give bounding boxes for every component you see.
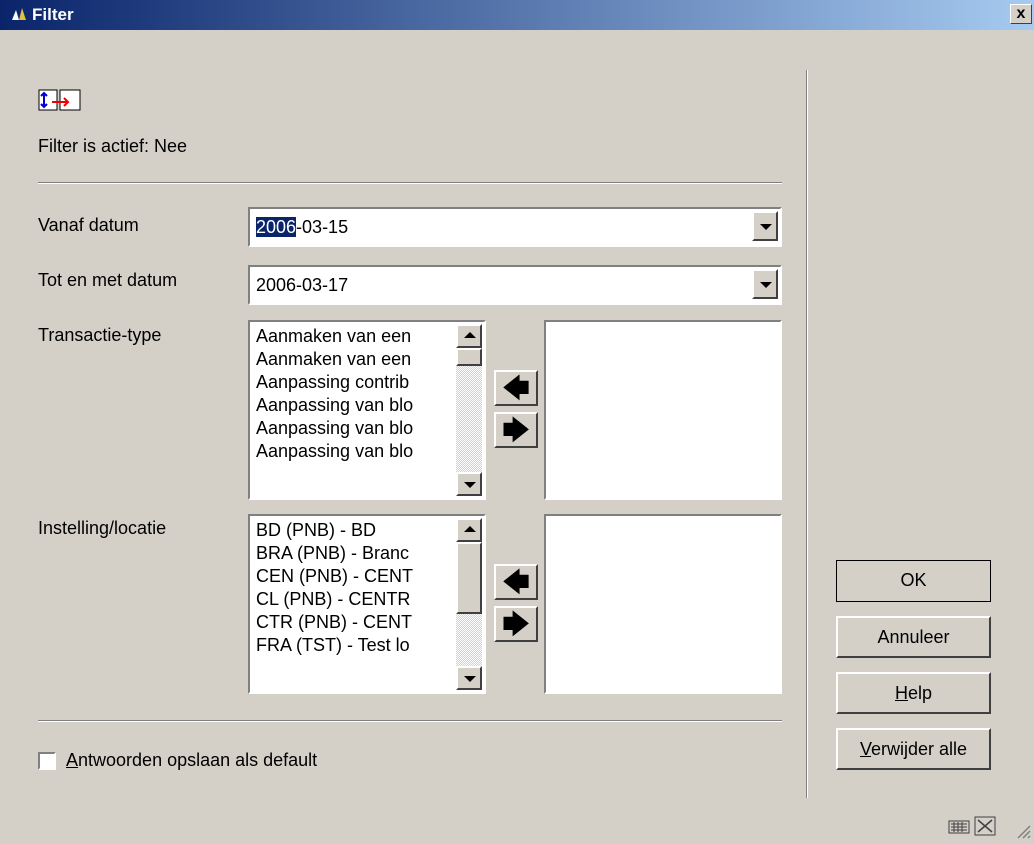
divider-bottom: [38, 720, 782, 722]
add-type-button[interactable]: 🡆: [494, 412, 538, 448]
list-item[interactable]: Aanmaken van een: [256, 348, 454, 370]
from-date-value[interactable]: 2006-03-15: [256, 217, 348, 238]
transaction-type-available-list[interactable]: Aanmaken van een Aanmaken van een Aanpas…: [248, 320, 486, 500]
scrollbar[interactable]: [456, 518, 482, 690]
from-date-label: Vanaf datum: [38, 215, 139, 235]
title-bar: Filter x: [0, 0, 1034, 30]
list-item[interactable]: BD (PNB) - BD: [256, 519, 454, 541]
chevron-down-icon: [464, 676, 476, 682]
filter-status: Filter is actief: Nee: [38, 136, 188, 156]
location-selected-list[interactable]: [544, 514, 782, 694]
chevron-down-icon: [760, 224, 772, 230]
swap-filter-icon[interactable]: [38, 88, 82, 112]
transaction-type-selected-list[interactable]: [544, 320, 782, 500]
arrow-left-icon: 🡄: [502, 373, 530, 403]
filter-icon: [12, 8, 26, 20]
to-date-value[interactable]: 2006-03-17: [256, 275, 348, 296]
clear-all-button[interactable]: Verwijder alle: [836, 728, 991, 770]
from-date-combo[interactable]: 2006-03-15: [248, 207, 782, 247]
filter-dialog: Filter x Filter is actief: Nee Vanaf dat…: [0, 0, 1034, 844]
keyboard-icon[interactable]: [948, 818, 970, 836]
chevron-up-icon: [464, 526, 476, 532]
window-title: Filter: [32, 5, 74, 24]
cancel-button[interactable]: Annuleer: [836, 616, 991, 658]
scroll-thumb[interactable]: [456, 542, 482, 614]
list-item[interactable]: Aanpassing van blo: [256, 394, 454, 416]
location-label: Instelling/locatie: [38, 518, 167, 538]
list-item[interactable]: CL (PNB) - CENTR: [256, 588, 454, 610]
to-date-combo[interactable]: 2006-03-17: [248, 265, 782, 305]
arrow-left-icon: 🡄: [502, 567, 530, 597]
arrow-right-icon: 🡆: [502, 609, 530, 639]
scroll-thumb[interactable]: [456, 348, 482, 366]
chevron-down-icon: [464, 482, 476, 488]
location-available-list[interactable]: BD (PNB) - BD BRA (PNB) - Branc CEN (PNB…: [248, 514, 486, 694]
vertical-divider: [806, 70, 808, 798]
remove-location-button[interactable]: 🡄: [494, 564, 538, 600]
list-item[interactable]: Aanpassing contrib: [256, 371, 454, 393]
list-item[interactable]: CEN (PNB) - CENT: [256, 565, 454, 587]
to-date-label: Tot en met datum: [38, 270, 178, 290]
scroll-down-button[interactable]: [456, 472, 482, 496]
list-item[interactable]: CTR (PNB) - CENT: [256, 611, 454, 633]
maximize-icon[interactable]: [974, 816, 996, 836]
list-item[interactable]: Aanpassing van blo: [256, 440, 454, 462]
scroll-up-button[interactable]: [456, 518, 482, 542]
list-item[interactable]: Aanpassing van blo: [256, 417, 454, 439]
divider-top: [38, 182, 782, 184]
ok-button[interactable]: OK: [836, 560, 991, 602]
scroll-down-button[interactable]: [456, 666, 482, 690]
arrow-right-icon: 🡆: [502, 415, 530, 445]
add-location-button[interactable]: 🡆: [494, 606, 538, 642]
list-item[interactable]: Aanmaken van een: [256, 325, 454, 347]
close-button[interactable]: x: [1010, 4, 1032, 24]
scrollbar[interactable]: [456, 324, 482, 496]
help-button[interactable]: Help: [836, 672, 991, 714]
save-default-label[interactable]: Antwoorden opslaan als default: [66, 750, 317, 771]
from-date-dropdown-button[interactable]: [752, 211, 778, 241]
save-default-checkbox[interactable]: [38, 752, 56, 770]
remove-type-button[interactable]: 🡄: [494, 370, 538, 406]
resize-grip-icon[interactable]: [1012, 820, 1032, 840]
chevron-up-icon: [464, 332, 476, 338]
list-item[interactable]: BRA (PNB) - Branc: [256, 542, 454, 564]
to-date-dropdown-button[interactable]: [752, 269, 778, 299]
list-item[interactable]: FRA (TST) - Test lo: [256, 634, 454, 656]
chevron-down-icon: [760, 282, 772, 288]
transaction-type-label: Transactie-type: [38, 325, 162, 345]
scroll-up-button[interactable]: [456, 324, 482, 348]
